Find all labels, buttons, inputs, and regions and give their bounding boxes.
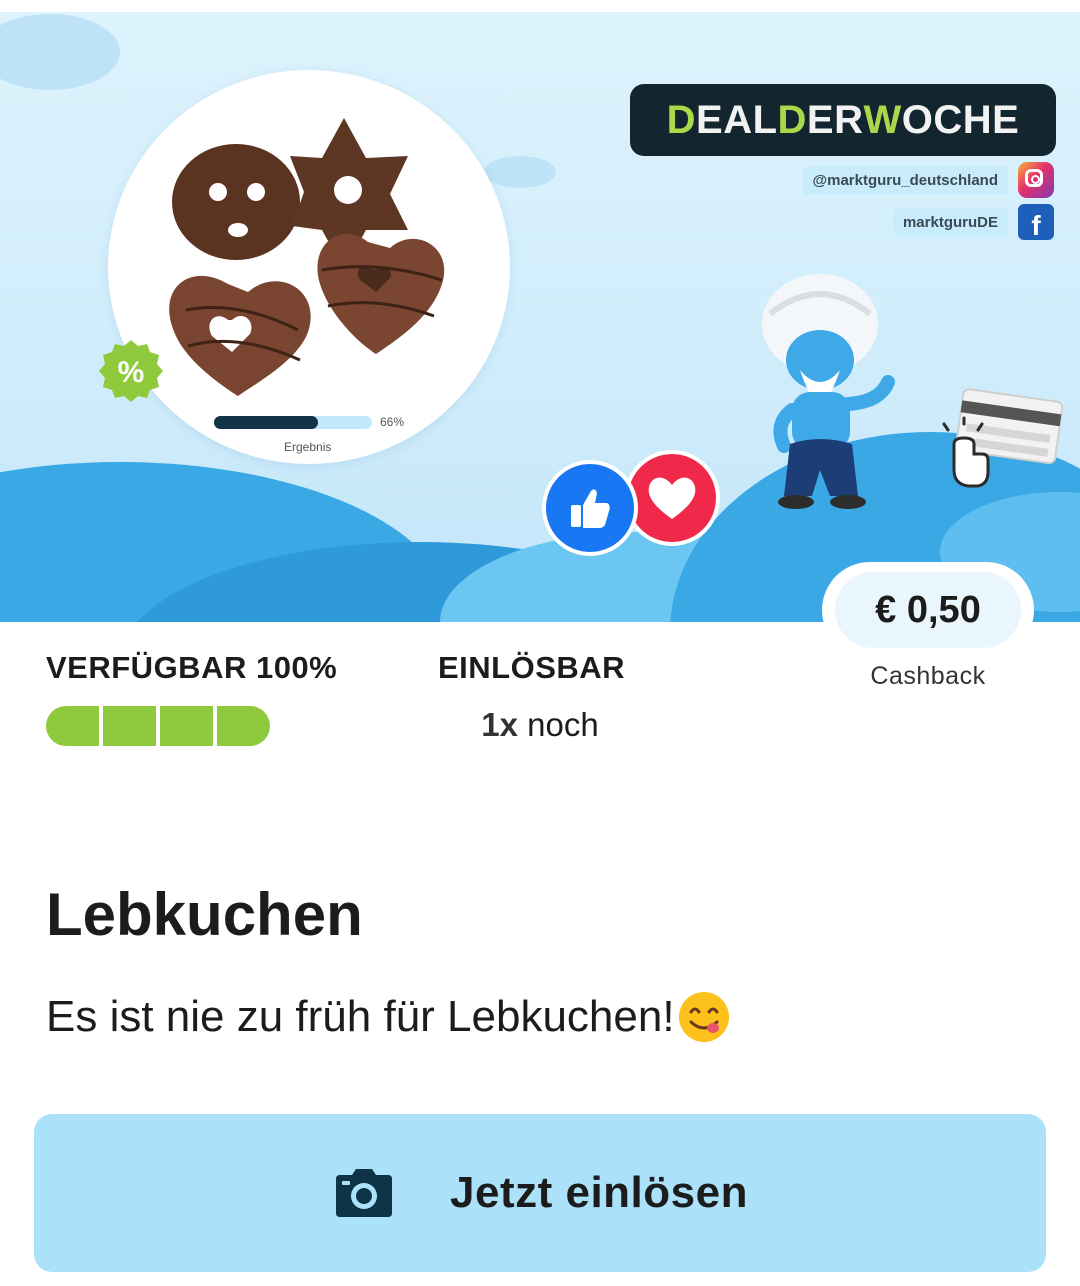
result-percent: 66%	[380, 415, 405, 429]
availability-label: VERFÜGBAR 100%	[46, 650, 338, 685]
availability-segment	[103, 706, 156, 746]
offer-title: Lebkuchen	[46, 881, 363, 948]
instagram-icon	[1018, 162, 1054, 198]
svg-text:%: %	[118, 356, 145, 389]
instagram-row: @marktguru_deutschland	[802, 162, 1054, 198]
offer-description-text: Es ist nie zu früh für Lebkuchen!	[46, 992, 675, 1041]
gingerbread-illustration	[169, 118, 445, 396]
percent-badge-icon: %	[99, 340, 163, 402]
yum-face-emoji-icon	[678, 992, 729, 1042]
redeemable-count-number: 1x	[481, 706, 518, 743]
mascot-illustration	[762, 274, 895, 509]
redeemable-count-suffix: noch	[517, 706, 599, 743]
cashback-label: Cashback	[870, 662, 986, 690]
facebook-icon: f	[1018, 204, 1054, 240]
redeemable-label: EINLÖSBAR	[438, 650, 626, 685]
instagram-handle: @marktguru_deutschland	[802, 165, 1008, 195]
offer-detail-screen: 66% Ergebnis % D EAL D ER W OCHE @marktguru…	[0, 0, 1080, 1286]
offer-description: Es ist nie zu früh für Lebkuchen!	[46, 990, 731, 1044]
availability-segment	[160, 706, 213, 746]
offer-banner: 66% Ergebnis % D EAL D ER W OCHE @marktguru…	[0, 12, 1080, 622]
product-image: 66% Ergebnis	[108, 70, 510, 464]
card-icon	[942, 388, 1064, 488]
result-progress-track	[214, 416, 372, 429]
cashback-amount-pill: € 0,50	[822, 562, 1034, 658]
availability-segment	[46, 706, 99, 746]
facebook-row: marktguruDE f	[892, 204, 1054, 240]
redeem-now-label: Jetzt einlösen	[450, 1168, 748, 1217]
like-icon	[542, 460, 638, 556]
redeem-now-button[interactable]: Jetzt einlösen	[34, 1114, 1046, 1272]
result-label: Ergebnis	[284, 440, 332, 454]
deal-of-the-week-badge: D EAL D ER W OCHE	[630, 84, 1056, 156]
availability-segment	[217, 706, 270, 746]
cashback-amount: € 0,50	[835, 572, 1021, 648]
camera-icon	[336, 1169, 393, 1217]
availability-bar	[46, 706, 270, 746]
heart-icon	[624, 450, 720, 546]
facebook-handle: marktguruDE	[892, 207, 1008, 237]
redeemable-count: 1x noch	[438, 706, 642, 744]
result-progress-fill	[214, 416, 319, 429]
